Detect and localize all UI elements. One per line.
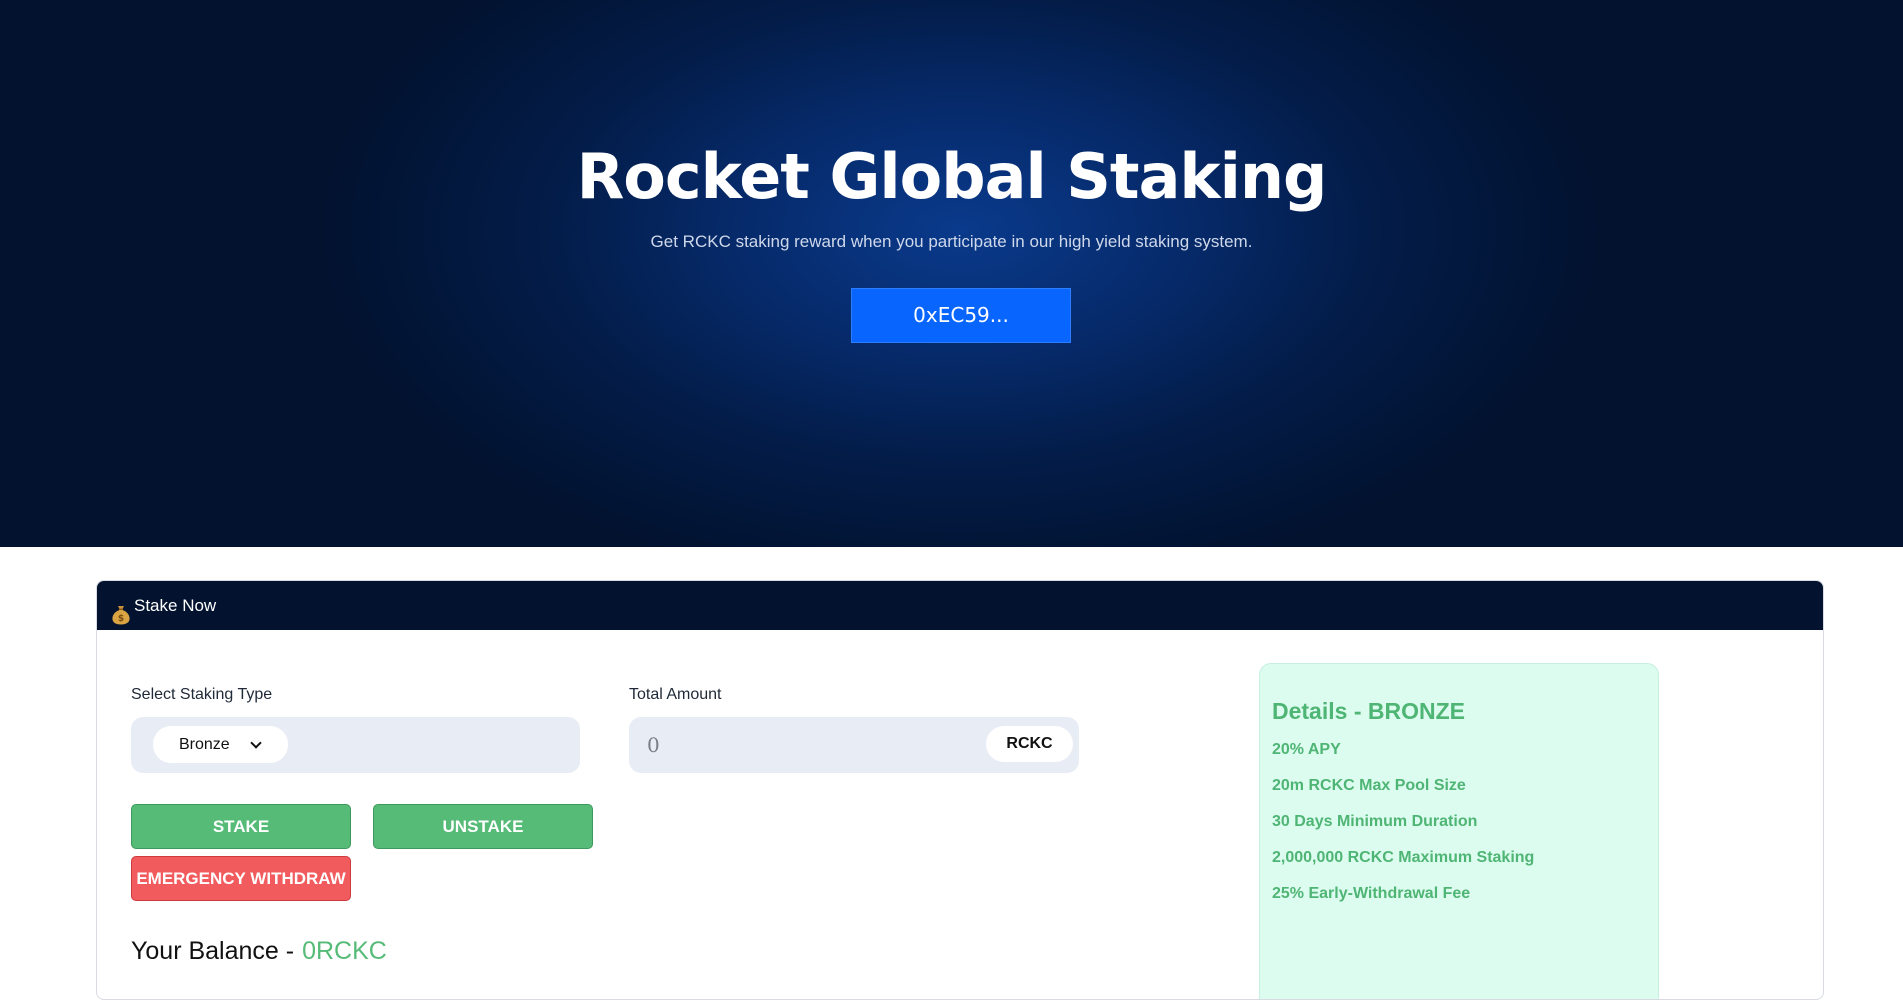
- total-amount-field: RCKC: [629, 717, 1079, 773]
- details-item-apy: 20% APY: [1272, 741, 1341, 758]
- svg-text:$: $: [118, 614, 124, 624]
- balance-label: Your Balance -: [131, 937, 295, 965]
- token-symbol-badge: RCKC: [986, 726, 1073, 762]
- staking-type-value: Bronze: [179, 736, 230, 753]
- card-header: $ Stake Now: [97, 581, 1823, 630]
- stake-card: $ Stake Now Select Staking Type Bronze T…: [96, 580, 1824, 1000]
- details-item-min-duration: 30 Days Minimum Duration: [1272, 813, 1478, 830]
- wallet-address-button[interactable]: 0xEC59...: [851, 288, 1071, 343]
- details-list: 20% APY 20m RCKC Max Pool Size 30 Days M…: [1272, 739, 1534, 919]
- balance-line: Your Balance -0RCKC: [131, 937, 387, 966]
- page-title: Rocket Global Staking: [576, 140, 1328, 213]
- balance-value: 0RCKC: [302, 937, 387, 965]
- details-title: Details - BRONZE: [1272, 698, 1465, 724]
- emergency-withdraw-button[interactable]: EMERGENCY WITHDRAW: [131, 856, 351, 901]
- details-item-pool-size: 20m RCKC Max Pool Size: [1272, 777, 1466, 794]
- money-bag-icon: $: [111, 595, 131, 624]
- total-amount-label: Total Amount: [629, 686, 722, 703]
- amount-input[interactable]: [645, 727, 965, 763]
- staking-type-field: Bronze: [131, 717, 580, 773]
- details-panel: Details - BRONZE 20% APY 20m RCKC Max Po…: [1259, 663, 1659, 999]
- staking-type-select[interactable]: Bronze: [153, 726, 288, 763]
- card-header-title: Stake Now: [134, 596, 217, 615]
- staking-type-label: Select Staking Type: [131, 686, 273, 703]
- chevron-down-icon: [250, 737, 262, 749]
- stake-button[interactable]: STAKE: [131, 804, 351, 849]
- details-item-withdrawal-fee: 25% Early-Withdrawal Fee: [1272, 885, 1471, 902]
- details-item-max-staking: 2,000,000 RCKC Maximum Staking: [1272, 849, 1535, 866]
- hero-section: Rocket Global Staking Get RCKC staking r…: [0, 0, 1903, 547]
- hero-subtitle: Get RCKC staking reward when you partici…: [650, 232, 1253, 251]
- unstake-button[interactable]: UNSTAKE: [373, 804, 593, 849]
